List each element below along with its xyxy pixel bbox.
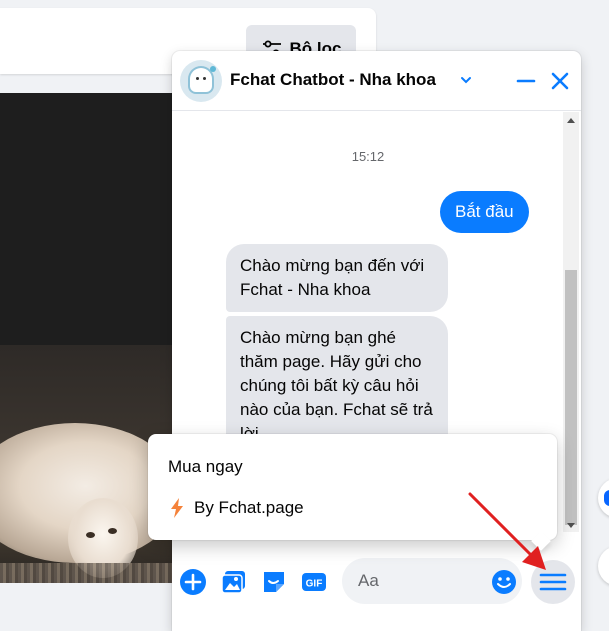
video-dark-area (0, 93, 194, 345)
popup-menu-item-label: By Fchat.page (194, 498, 304, 517)
persistent-menu-popup: Mua ngay By Fchat.page (148, 434, 557, 540)
tooth-shape (190, 68, 212, 92)
scroll-thumb[interactable] (565, 270, 577, 525)
plus-icon[interactable] (179, 568, 207, 596)
message-composer: GIF (172, 548, 581, 616)
minimize-icon[interactable] (514, 69, 538, 93)
close-icon[interactable] (548, 69, 572, 93)
rug (0, 563, 194, 583)
cat-eye (86, 532, 95, 538)
popup-menu-item[interactable]: By Fchat.page (170, 498, 304, 518)
contact-avatar[interactable] (598, 478, 609, 518)
chat-window: Fchat Chatbot - Nha khoa 15:12 Bắt đầu C… (172, 51, 581, 631)
chat-header: Fchat Chatbot - Nha khoa (172, 51, 581, 111)
cat-eye (108, 528, 117, 534)
incoming-message[interactable]: Chào mừng bạn đến với Fchat - Nha khoa (226, 244, 448, 312)
emoji-icon[interactable] (490, 568, 518, 596)
lightning-bolt-icon (171, 498, 183, 518)
tooth-mascot-icon[interactable] (180, 60, 222, 102)
menu-icon (539, 573, 567, 591)
message-scrollbar[interactable] (563, 112, 579, 532)
gif-icon[interactable]: GIF (300, 568, 328, 596)
chevron-down-icon[interactable] (459, 73, 473, 87)
sparkle-dot (210, 66, 216, 72)
message-timestamp: 15:12 (351, 149, 385, 164)
chat-title[interactable]: Fchat Chatbot - Nha khoa (230, 70, 436, 90)
scroll-up-arrow-icon[interactable] (567, 118, 575, 123)
scroll-down-arrow-icon[interactable] (567, 523, 575, 528)
popup-menu-title[interactable]: Mua ngay (168, 457, 243, 477)
contact-avatar[interactable] (598, 546, 609, 586)
persistent-menu-button[interactable] (531, 560, 575, 604)
svg-text:GIF: GIF (306, 579, 323, 590)
sticker-icon[interactable] (260, 568, 288, 596)
outgoing-message[interactable]: Bắt đầu (440, 191, 529, 233)
photo-icon[interactable] (220, 568, 248, 596)
